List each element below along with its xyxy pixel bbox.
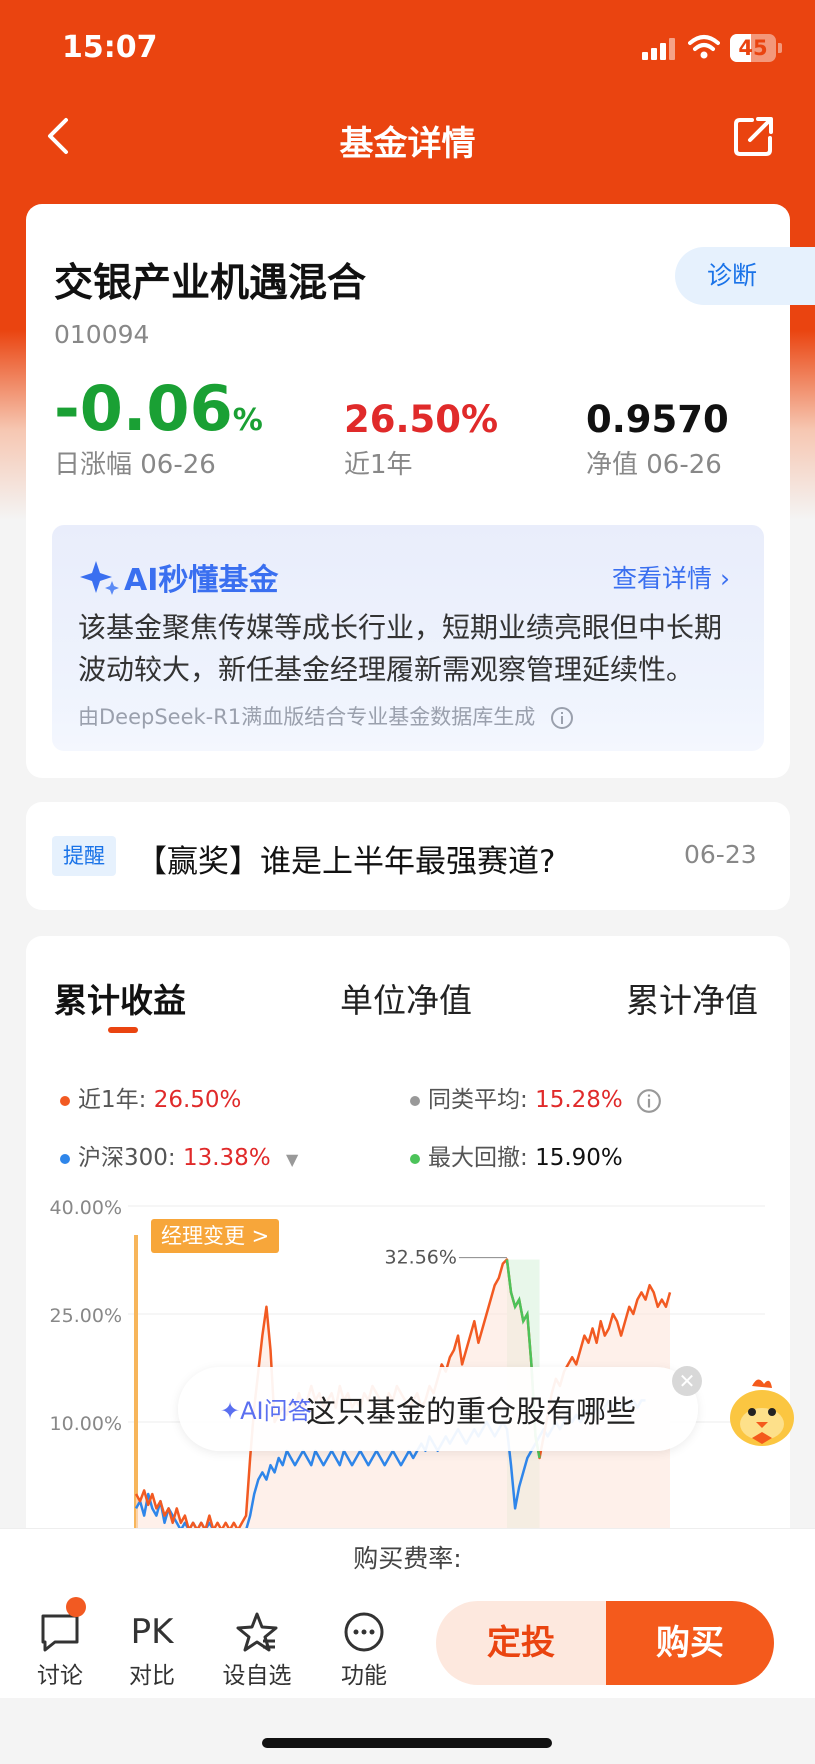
ai-sparkle-icon <box>80 561 119 595</box>
legend-drawdown: 最大回撤: 15.90% <box>410 1138 623 1172</box>
y-tick-label: 40.00% <box>50 1197 122 1219</box>
fund-name: 交银产业机遇混合 <box>54 261 367 306</box>
nav-bar: 基金详情 <box>0 98 815 182</box>
day-change-unit: % <box>232 403 263 438</box>
discuss-button[interactable]: 讨论 <box>30 1608 90 1690</box>
day-change-stat: -0.06% 日涨幅 06-26 <box>54 378 263 481</box>
more-circle-icon <box>344 1612 384 1652</box>
legend-drawdown-value: 15.90% <box>535 1145 623 1171</box>
wifi-icon <box>688 35 720 59</box>
tab-cumulative-return[interactable]: 累计收益 <box>54 974 186 1022</box>
sip-button[interactable]: 定投 <box>436 1601 606 1685</box>
watchlist-button[interactable]: 设自选 <box>222 1608 292 1690</box>
compare-button[interactable]: PK 对比 <box>120 1608 184 1690</box>
tab-unit-nav[interactable]: 单位净值 <box>340 974 472 1022</box>
ai-card-title: AI秒懂基金 <box>124 563 279 598</box>
legend-index-label: 沪深300: <box>78 1145 176 1171</box>
nav-label: 净值 06-26 <box>586 450 722 480</box>
status-time: 15:07 <box>62 30 158 65</box>
page-title: 基金详情 <box>339 124 476 164</box>
chevron-right-icon: › <box>720 564 730 593</box>
ai-view-details-label: 查看详情 <box>612 564 713 593</box>
reminder-text[interactable]: 【赢奖】谁是上半年最强赛道? <box>136 836 555 881</box>
ai-summary-card[interactable]: AI秒懂基金 查看详情 › 该基金聚焦传媒等成长行业，短期业绩亮眼但中长期波动较… <box>52 525 764 751</box>
day-change-label: 日涨幅 06-26 <box>54 450 216 480</box>
peer-info-icon[interactable] <box>636 1088 662 1114</box>
legend-dot-drawdown <box>410 1153 420 1164</box>
info-icon[interactable] <box>550 706 574 730</box>
ai-summary-text: 该基金聚焦传媒等成长行业，短期业绩亮眼但中长期波动较大，新任基金经理履新需观察管… <box>78 611 723 686</box>
ai-view-details-link[interactable]: 查看详情 › <box>612 559 730 595</box>
fund-code: 010094 <box>54 320 150 349</box>
compare-label: 对比 <box>129 1663 175 1689</box>
legend-dot-peer <box>410 1095 420 1106</box>
notification-badge <box>66 1597 86 1617</box>
legend-fund-value: 26.50% <box>153 1087 242 1113</box>
chat-bubble-icon <box>41 1614 79 1652</box>
chick-mascot-icon[interactable] <box>722 1372 802 1452</box>
buy-button[interactable]: 购买 <box>606 1601 774 1685</box>
legend-index[interactable]: 沪深300: 13.38% ▼ <box>60 1138 298 1172</box>
ai-qa-question: 这只基金的重仓股有哪些 <box>306 1395 636 1430</box>
tab-cumulative-nav[interactable]: 累计净值 <box>626 974 758 1022</box>
year-return-stat: 26.50% 近1年 <box>344 400 498 481</box>
status-bar: 15:07 45 <box>0 0 815 98</box>
ai-source-note: 由DeepSeek-R1满血版结合专业基金数据库生成 <box>78 701 574 731</box>
reminder-date: 06-23 <box>684 840 757 869</box>
legend-drawdown-label: 最大回撤: <box>428 1145 528 1171</box>
manager-change-line <box>134 1235 138 1530</box>
diagnose-button[interactable]: 诊断 <box>675 247 815 305</box>
nav-stat: 0.9570 净值 06-26 <box>586 400 729 481</box>
functions-label: 功能 <box>341 1663 387 1689</box>
discuss-label: 讨论 <box>37 1663 83 1689</box>
pk-icon: PK <box>130 1612 174 1652</box>
fee-rate-row[interactable]: 购买费率: <box>0 1528 815 1588</box>
ai-qa-sparkle-icon: ✦ <box>220 1397 241 1425</box>
tab-underline <box>108 1027 138 1033</box>
watchlist-label: 设自选 <box>222 1663 292 1689</box>
ai-qa-bubble[interactable]: ✦AI问答 这只基金的重仓股有哪些 <box>178 1367 698 1451</box>
share-icon[interactable] <box>732 114 776 158</box>
legend-fund-label: 近1年: <box>78 1087 147 1113</box>
legend-index-value: 13.38% <box>182 1145 271 1171</box>
y-tick-label: 25.00% <box>50 1305 122 1327</box>
nav-value: 0.9570 <box>586 398 729 441</box>
legend-fund: 近1年: 26.50% <box>60 1080 241 1114</box>
year-return-label: 近1年 <box>344 450 413 480</box>
ai-qa-tag: ✦AI问答 <box>220 1391 312 1426</box>
functions-button[interactable]: 功能 <box>334 1608 394 1690</box>
battery-level: 45 <box>738 36 768 60</box>
year-return-value: 26.50% <box>344 398 499 441</box>
legend-peer: 同类平均: 15.28% <box>410 1080 662 1114</box>
star-icon <box>236 1612 278 1652</box>
ai-source-text: 由DeepSeek-R1满血版结合专业基金数据库生成 <box>78 705 536 729</box>
manager-change-tag[interactable]: 经理变更 > <box>151 1219 280 1253</box>
ai-qa-tag-label: AI问答 <box>240 1397 312 1425</box>
cellular-signal-icon <box>642 38 680 60</box>
y-tick-label: 10.00% <box>50 1413 122 1435</box>
legend-peer-value: 15.28% <box>535 1087 623 1113</box>
legend-dot-fund <box>60 1095 70 1106</box>
peak-label: 32.56% <box>384 1247 456 1269</box>
legend-dot-index <box>60 1153 70 1164</box>
dropdown-triangle-icon[interactable]: ▼ <box>286 1150 298 1169</box>
close-icon[interactable]: ✕ <box>672 1366 702 1396</box>
day-change-value: -0.06 <box>54 372 233 445</box>
legend-peer-label: 同类平均: <box>428 1087 528 1113</box>
reminder-tag: 提醒 <box>52 836 116 876</box>
battery-icon: 45 <box>730 34 782 62</box>
home-indicator <box>262 1738 552 1748</box>
